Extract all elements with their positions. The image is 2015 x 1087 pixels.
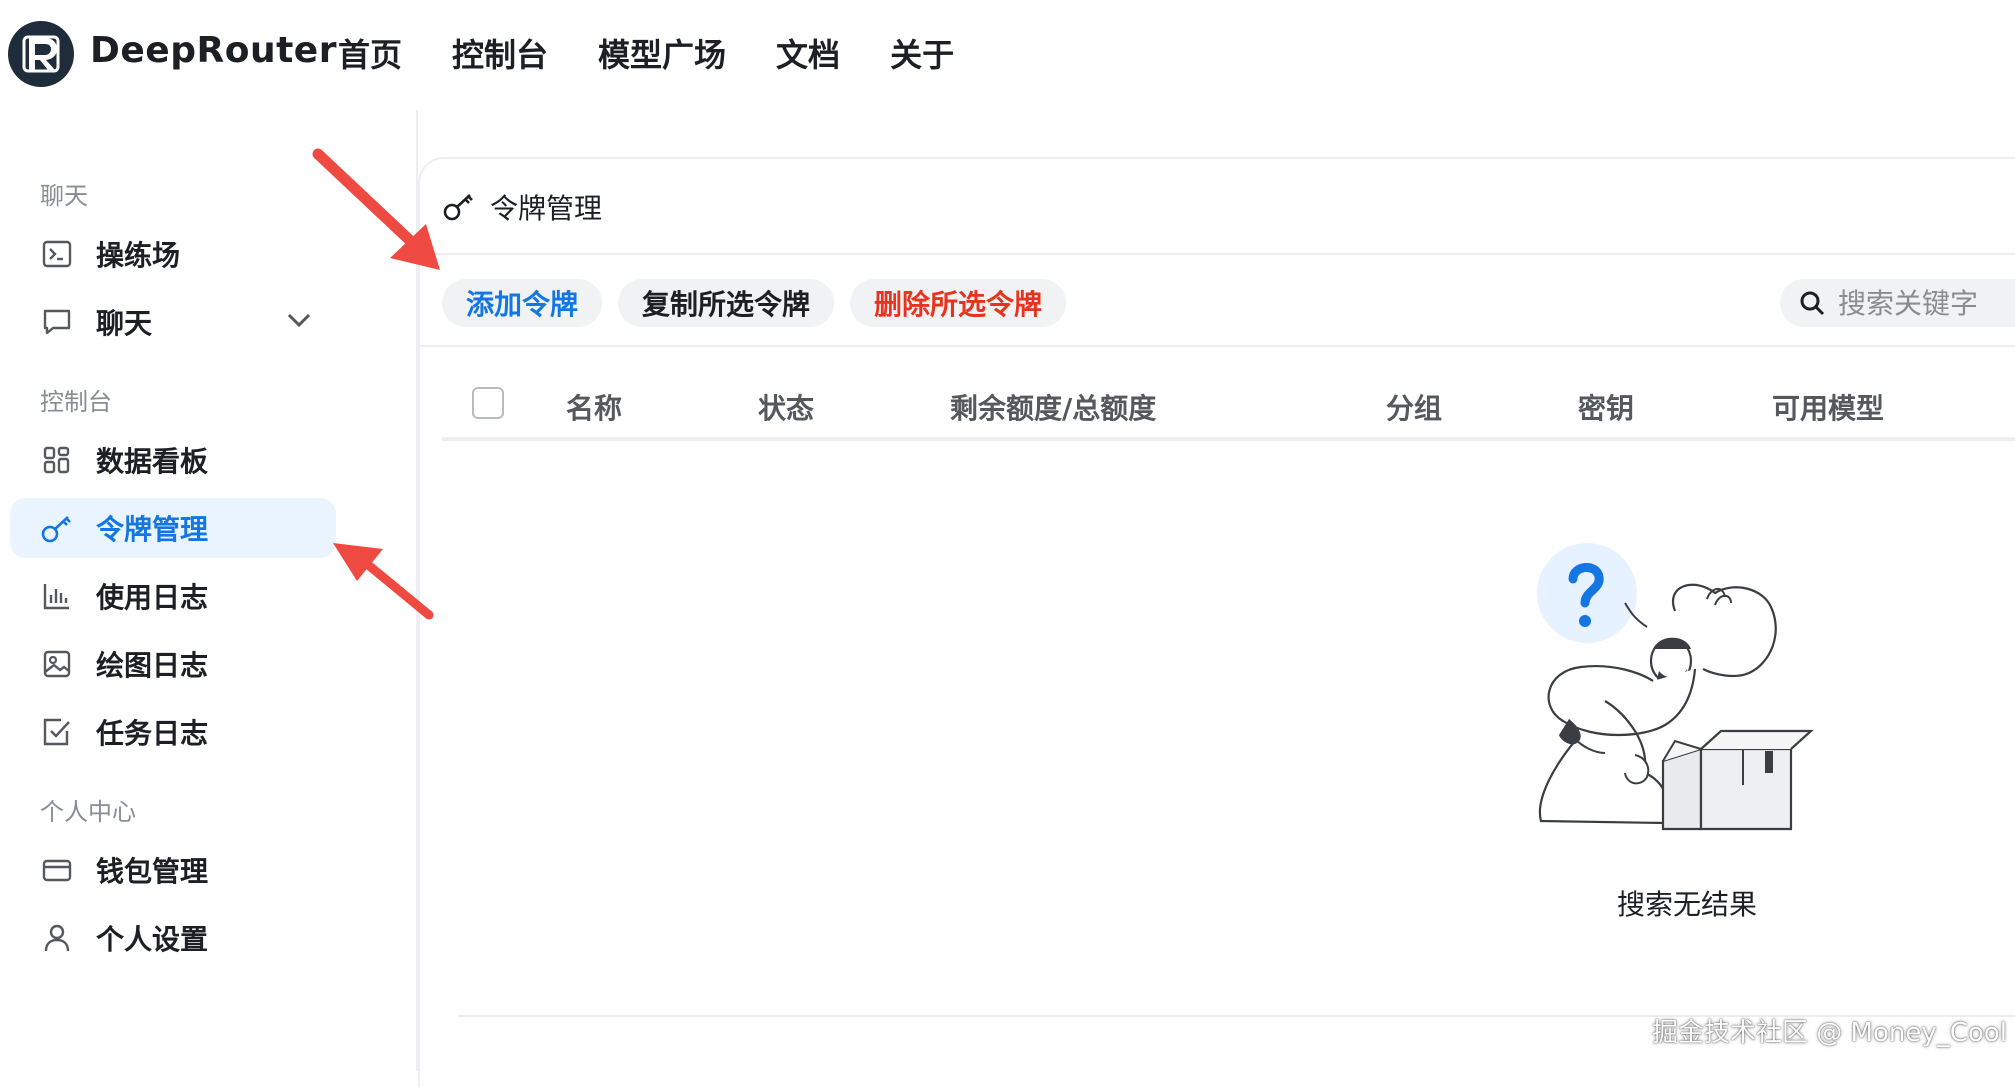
section-title-console: 控制台 (40, 388, 112, 416)
sidebar-item-task-log[interactable]: 任务日志 (10, 702, 336, 762)
nav-about[interactable]: 关于 (890, 30, 954, 76)
user-icon (40, 921, 74, 955)
nav-console[interactable]: 控制台 (452, 30, 548, 76)
checkbox-icon (40, 715, 74, 749)
sidebar-item-personal-settings[interactable]: 个人设置 (10, 908, 336, 968)
sidebar-item-chat[interactable]: 聊天 (10, 292, 336, 352)
wallet-icon (40, 853, 74, 887)
nav-home[interactable]: 首页 (338, 30, 402, 76)
sidebar-item-token-management[interactable]: 令牌管理 (10, 498, 336, 558)
terminal-icon (40, 237, 74, 271)
copy-selected-tokens-button[interactable]: 复制所选令牌 (618, 279, 834, 327)
search-box[interactable] (1780, 279, 2015, 327)
sidebar-item-label: 数据看板 (96, 445, 209, 478)
delete-selected-tokens-button[interactable]: 删除所选令牌 (850, 279, 1066, 327)
image-icon (40, 647, 74, 681)
sidebar-item-label: 操练场 (96, 239, 181, 272)
panel-header: 令牌管理 (420, 159, 2015, 255)
section-title-chat: 聊天 (40, 182, 88, 210)
column-header-quota[interactable]: 剩余额度/总额度 (950, 387, 1156, 427)
sidebar-item-dashboard[interactable]: 数据看板 (10, 430, 336, 490)
search-input[interactable] (1838, 286, 2015, 320)
main-nav: 首页 控制台 模型广场 文档 关于 (338, 30, 1004, 76)
sidebar-item-label: 钱包管理 (96, 855, 209, 888)
sidebar-item-wallet[interactable]: 钱包管理 (10, 840, 336, 900)
brand-name[interactable]: DeepRouter (90, 30, 337, 71)
watermark: 掘金技术社区 @ Money_Cool (1652, 1018, 2007, 1048)
sidebar-item-label: 使用日志 (96, 581, 209, 614)
table-header: 名称 状态 剩余额度/总额度 分组 密钥 可用模型 (442, 377, 2015, 441)
nav-model-plaza[interactable]: 模型广场 (598, 30, 726, 76)
add-token-button[interactable]: 添加令牌 (442, 279, 602, 327)
panel-title: 令牌管理 (490, 192, 603, 225)
column-header-models[interactable]: 可用模型 (1772, 387, 1884, 427)
select-all-checkbox[interactable] (472, 387, 504, 419)
column-header-key[interactable]: 密钥 (1578, 387, 1634, 427)
nav-docs[interactable]: 文档 (776, 30, 840, 76)
column-header-group[interactable]: 分组 (1386, 387, 1442, 427)
section-title-personal: 个人中心 (40, 798, 136, 826)
sidebar-item-drawing-log[interactable]: 绘图日志 (10, 634, 336, 694)
grid-icon (40, 443, 74, 477)
empty-state-illustration (1537, 543, 1814, 831)
annotation-arrow-icon (333, 543, 434, 620)
sidebar-item-label: 任务日志 (96, 717, 209, 750)
sidebar-item-label: 聊天 (96, 307, 153, 340)
top-navbar: DeepRouter 首页 控制台 模型广场 文档 关于 (0, 0, 2015, 110)
sidebar-item-label: 绘图日志 (96, 649, 209, 682)
toolbar-divider (420, 345, 2015, 347)
sidebar-item-label: 令牌管理 (96, 513, 209, 546)
column-header-name[interactable]: 名称 (566, 387, 622, 427)
search-icon (1798, 289, 1826, 317)
logo-icon[interactable] (8, 21, 74, 87)
sidebar-item-playground[interactable]: 操练场 (10, 224, 336, 284)
empty-state-text: 搜索无结果 (1617, 888, 1758, 921)
token-management-panel: 令牌管理 添加令牌 复制所选令牌 删除所选令牌 名称 状态 剩余额度/总额度 分… (418, 157, 2015, 1087)
sidebar-item-label: 个人设置 (96, 923, 209, 956)
sidebar-item-usage-log[interactable]: 使用日志 (10, 566, 336, 626)
chevron-down-icon[interactable] (286, 310, 312, 334)
key-icon (40, 511, 74, 545)
column-header-status[interactable]: 状态 (758, 387, 814, 427)
annotation-arrow-icon (312, 148, 440, 270)
bar-chart-icon (40, 579, 74, 613)
chat-bubble-icon (40, 305, 74, 339)
